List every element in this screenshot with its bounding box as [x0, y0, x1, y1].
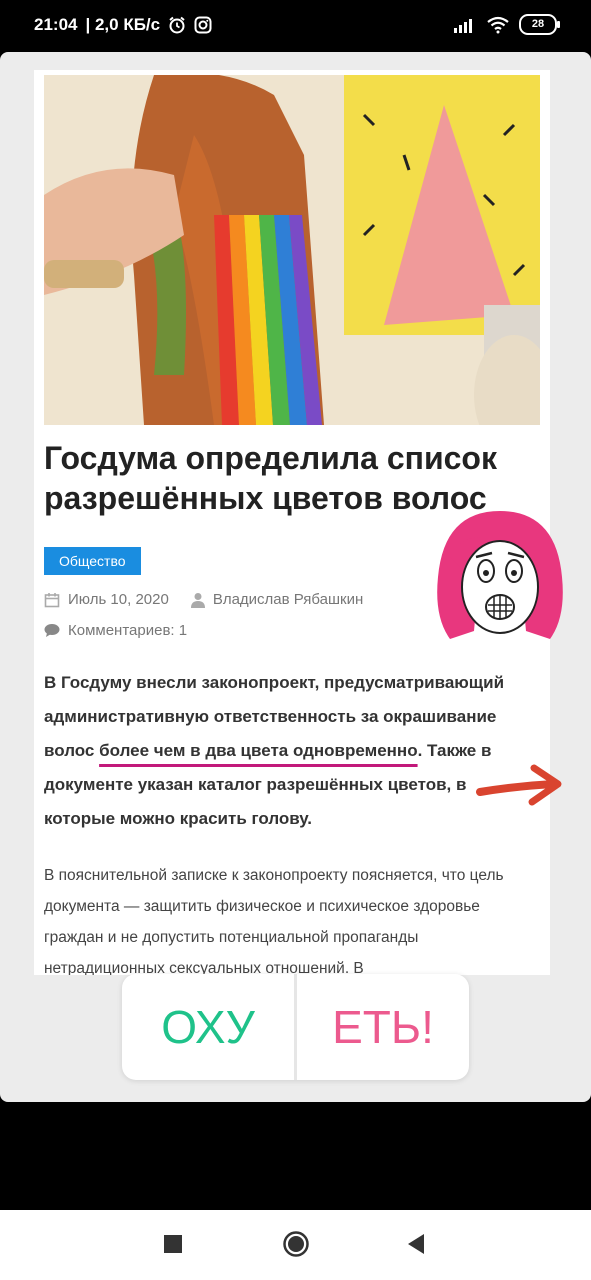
clock: 21:04 — [34, 15, 78, 34]
recents-icon[interactable] — [163, 1234, 183, 1254]
comments-count: Комментариев: 1 — [68, 622, 188, 639]
home-icon[interactable] — [282, 1230, 310, 1258]
article-photo — [44, 75, 540, 425]
alarm-icon — [169, 16, 185, 34]
wifi-icon — [487, 16, 509, 33]
poll-option-1-label: ОХУ — [161, 1001, 255, 1053]
article-headline: Госдума определила список разрешённых цв… — [44, 440, 497, 516]
article-lead: В Госдуму внесли законопроект, предусмат… — [44, 666, 524, 836]
user-icon — [190, 592, 205, 608]
article-comments[interactable]: Комментариев: 1 — [44, 622, 187, 639]
calendar-icon — [44, 592, 60, 607]
signal-icon — [454, 18, 472, 33]
arrow-icon — [476, 764, 562, 806]
story-container: Госдума определила список разрешённых цв… — [0, 52, 591, 1102]
article-meta: Июль 10, 2020 Владислав Рябашкин — [44, 591, 363, 608]
article-author[interactable]: Владислав Рябашкин — [213, 591, 363, 608]
lead-highlight: более чем в два цвета одновременно — [99, 741, 418, 760]
battery-icon: 28 — [519, 14, 560, 35]
article-date: Июль 10, 2020 — [68, 591, 169, 608]
back-icon[interactable] — [406, 1233, 426, 1255]
poll-option-1[interactable]: ОХУ — [122, 974, 294, 1080]
network-speed: | 2,0 КБ/с — [85, 15, 161, 34]
instagram-icon — [194, 16, 212, 34]
rainbow-hair-image — [44, 75, 540, 425]
comment-icon — [44, 624, 60, 637]
article-body: В пояснительной записке к законопроекту … — [44, 867, 504, 975]
navigation-bar — [0, 1210, 591, 1280]
status-bar: 21:04 | 2,0 КБ/с 28 — [0, 0, 591, 52]
category-badge[interactable]: Общество — [44, 547, 141, 575]
scared-girl-sticker — [437, 511, 563, 639]
poll-option-2-label: ЕТЬ! — [332, 1001, 434, 1053]
poll-sticker: ОХУ ЕТЬ! — [122, 974, 469, 1080]
poll-option-2[interactable]: ЕТЬ! — [297, 974, 469, 1080]
